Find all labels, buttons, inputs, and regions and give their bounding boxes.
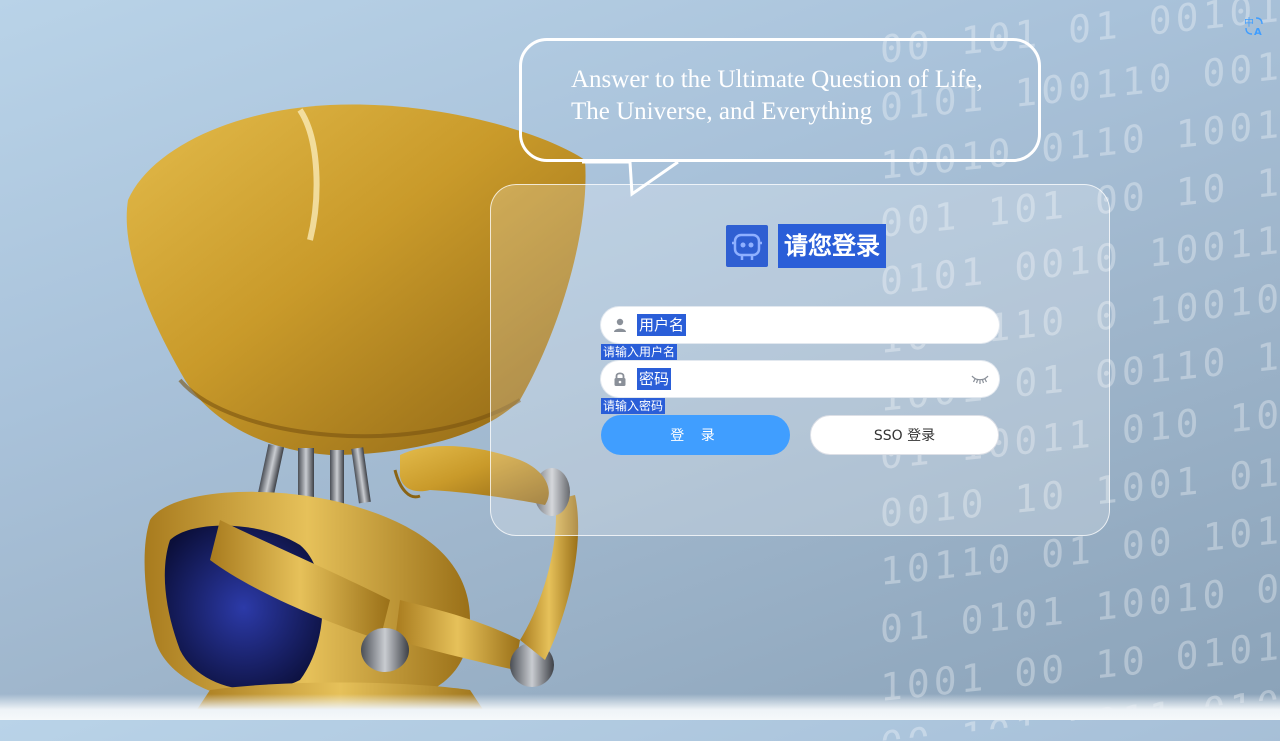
translate-icon[interactable]: 中 A: [1243, 15, 1265, 37]
password-hint: 请输入密码: [601, 398, 666, 414]
svg-text:A: A: [1254, 27, 1262, 37]
eye-closed-icon[interactable]: [971, 373, 989, 385]
lock-icon: [614, 372, 626, 386]
svg-text:中: 中: [1244, 16, 1254, 29]
login-button[interactable]: 登 录: [601, 415, 790, 455]
quote-text: Answer to the Ultimate Question of Life,…: [571, 64, 1031, 128]
username-hint: 请输入用户名: [601, 344, 678, 360]
login-header: 请您登录: [726, 224, 886, 268]
password-value: 密码: [637, 368, 672, 390]
login-title: 请您登录: [778, 224, 886, 268]
floor: [0, 694, 1280, 720]
username-value: 用户名: [637, 314, 687, 336]
quote-line-2: The Universe, and Everything: [571, 98, 873, 125]
quote-line-1: Answer to the Ultimate Question of Life,: [571, 66, 983, 93]
user-icon: [614, 318, 626, 332]
robot-logo-icon: [726, 225, 768, 267]
username-input[interactable]: 用户名: [601, 307, 999, 343]
password-input[interactable]: 密码: [601, 361, 999, 397]
sso-login-button[interactable]: SSO 登录: [810, 415, 999, 455]
